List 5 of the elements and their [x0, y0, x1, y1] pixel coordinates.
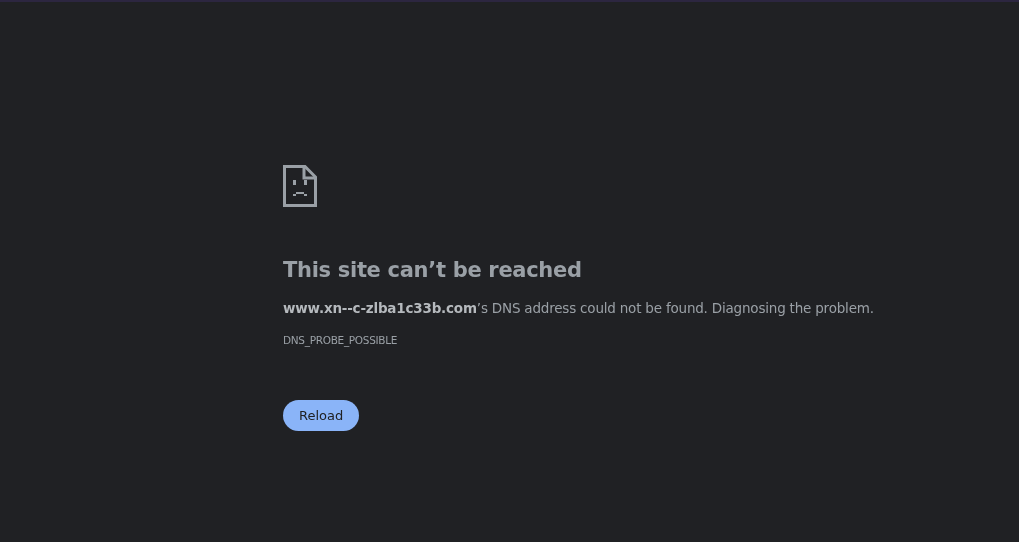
error-heading: This site can’t be reached — [283, 257, 582, 283]
sad-page-icon — [283, 165, 317, 207]
error-message: www.xn--c-zlba1c33b.com’s DNS address could not be found. Diagnosing the problem. — [283, 299, 874, 317]
reload-button[interactable]: Reload — [283, 400, 360, 431]
error-code: DNS_PROBE_POSSIBLE — [283, 334, 398, 346]
